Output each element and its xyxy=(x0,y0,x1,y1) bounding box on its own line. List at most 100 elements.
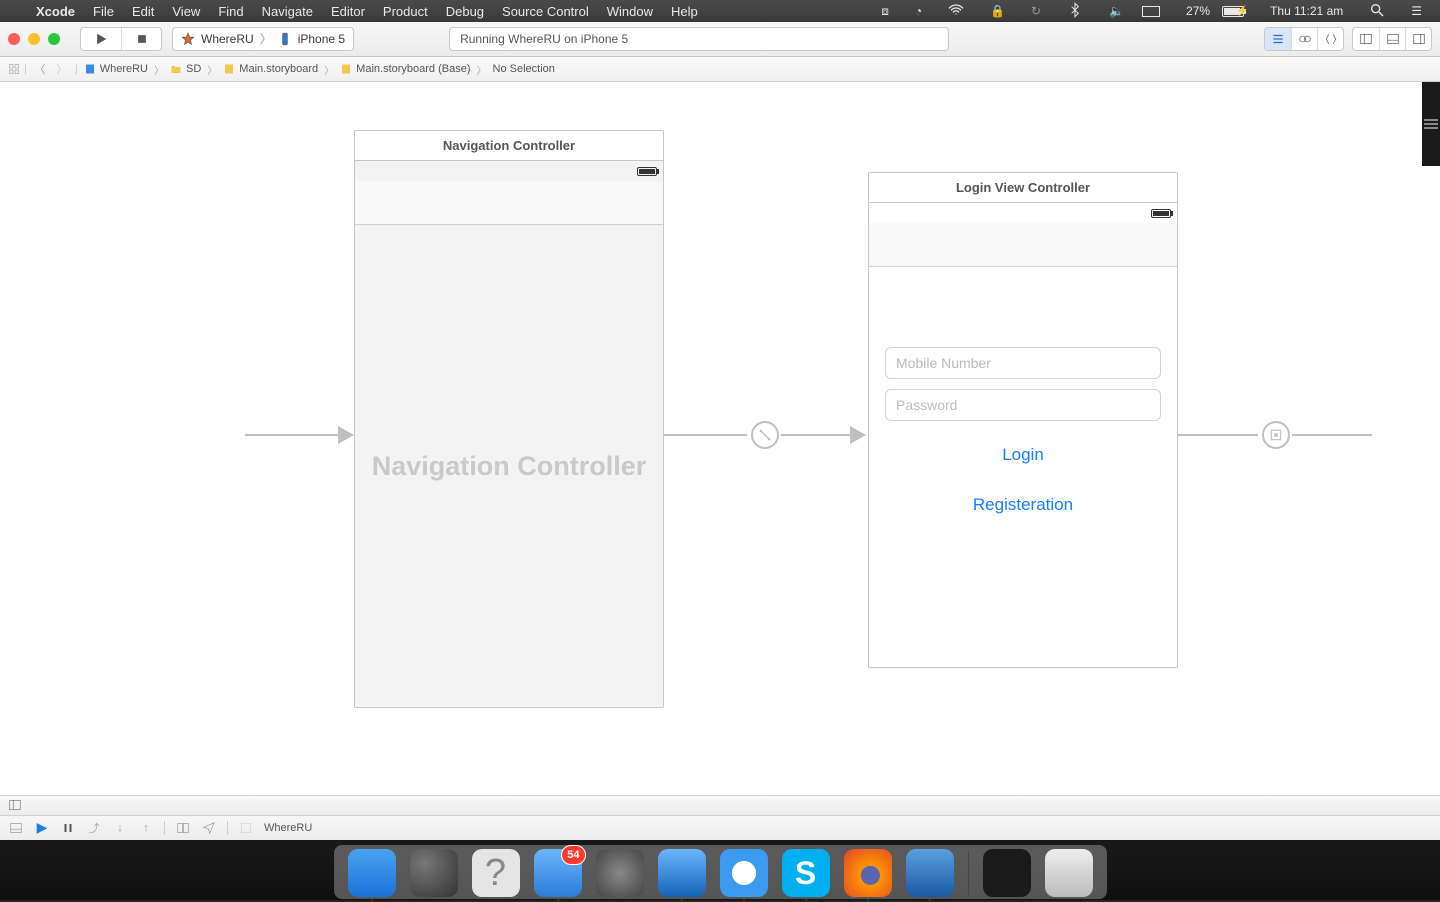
dock-mail-icon[interactable]: 54 xyxy=(534,849,582,897)
menu-help[interactable]: Help xyxy=(663,4,706,19)
input-icon[interactable] xyxy=(1142,6,1160,17)
view-debug-icon[interactable] xyxy=(175,820,191,836)
menu-editor[interactable]: Editor xyxy=(323,4,373,19)
panel-toggle-segmented[interactable] xyxy=(1352,27,1432,51)
lock-icon[interactable]: 🔒 xyxy=(982,4,1013,18)
editor-mode-segmented[interactable] xyxy=(1264,27,1344,51)
dock-finder-icon[interactable] xyxy=(348,849,396,897)
menu-bar: Xcode File Edit View Find Navigate Edito… xyxy=(0,0,1440,22)
toggle-utilities-icon[interactable] xyxy=(1405,28,1431,50)
timemachine-icon[interactable]: ↻ xyxy=(1023,4,1049,18)
standard-editor-icon[interactable] xyxy=(1265,28,1291,50)
process-icon[interactable] xyxy=(238,820,254,836)
crumb-base[interactable]: Main.storyboard (Base) xyxy=(356,63,470,75)
scheme-target-label: WhereRU xyxy=(201,32,254,46)
battery-status[interactable]: 27% ⚡ xyxy=(1170,4,1252,18)
dock-simulator-icon[interactable] xyxy=(906,849,954,897)
spotlight-icon[interactable] xyxy=(1361,2,1393,21)
bluetooth-icon[interactable] xyxy=(1059,2,1091,21)
navigation-controller-scene[interactable]: Navigation Controller Navigation Control… xyxy=(354,130,664,708)
project-icon xyxy=(84,63,96,75)
step-out-icon[interactable]: ↑ xyxy=(138,820,154,836)
storyboard-canvas[interactable]: Navigation Controller Navigation Control… xyxy=(0,82,1440,815)
dock-trash-icon[interactable] xyxy=(1045,849,1093,897)
dock-safari-icon[interactable] xyxy=(720,849,768,897)
dock-system-preferences-icon[interactable] xyxy=(596,849,644,897)
menu-window[interactable]: Window xyxy=(599,4,661,19)
folder-icon xyxy=(170,63,182,75)
menu-navigate[interactable]: Navigate xyxy=(254,4,321,19)
dropbox-icon[interactable]: ⧈ xyxy=(873,4,897,19)
dock-xcode-icon[interactable] xyxy=(658,849,706,897)
crumb-file[interactable]: Main.storyboard xyxy=(239,63,318,75)
dock-firefox-icon[interactable] xyxy=(844,849,892,897)
notification-center-icon[interactable]: ☰ xyxy=(1403,4,1430,18)
login-button[interactable]: Login xyxy=(1002,445,1044,465)
run-button[interactable] xyxy=(81,28,121,50)
scene-title: Navigation Controller xyxy=(355,131,663,161)
related-items-icon[interactable] xyxy=(8,63,20,75)
xcode-window: WhereRU 〉 iPhone 5 Running WhereRU on iP… xyxy=(0,22,1440,840)
breakpoint-toggle-icon[interactable]: ▶ xyxy=(34,820,50,836)
toggle-navigator-icon[interactable] xyxy=(1353,28,1379,50)
pause-icon[interactable] xyxy=(60,820,76,836)
status-bar xyxy=(355,161,663,181)
show-segue-icon[interactable] xyxy=(1262,421,1290,449)
version-editor-icon[interactable] xyxy=(1317,28,1343,50)
mobile-placeholder: Mobile Number xyxy=(896,355,991,371)
device-icon xyxy=(278,32,292,46)
toggle-debug-icon[interactable] xyxy=(1379,28,1405,50)
activity-status-label: Running WhereRU on iPhone 5 xyxy=(460,32,628,46)
hide-debug-icon[interactable] xyxy=(8,820,24,836)
menu-find[interactable]: Find xyxy=(210,4,251,19)
crumb-project[interactable]: WhereRU xyxy=(100,63,148,75)
scheme-selector[interactable]: WhereRU 〉 iPhone 5 xyxy=(172,27,354,51)
toolbar: WhereRU 〉 iPhone 5 Running WhereRU on iP… xyxy=(0,22,1440,57)
scheme-device-label: iPhone 5 xyxy=(298,32,345,46)
menu-source-control[interactable]: Source Control xyxy=(494,4,597,19)
stop-button[interactable] xyxy=(121,28,161,50)
window-close-button[interactable] xyxy=(8,33,20,45)
menu-view[interactable]: View xyxy=(164,4,208,19)
back-button[interactable]: 〈 xyxy=(31,61,49,77)
dock-help-icon[interactable]: ? xyxy=(472,849,520,897)
hidden-panel-tab[interactable] xyxy=(1422,82,1440,166)
registration-button[interactable]: Registeration xyxy=(973,495,1073,515)
step-into-icon[interactable]: ↓ xyxy=(112,820,128,836)
canvas-footer xyxy=(0,795,1440,815)
login-view-controller-scene[interactable]: Login View Controller Mobile Number Pass… xyxy=(868,172,1178,668)
activity-status: Running WhereRU on iPhone 5 xyxy=(449,27,949,51)
crumb-folder[interactable]: SD xyxy=(186,63,201,75)
battery-percent-label: 27% xyxy=(1178,4,1218,18)
process-name[interactable]: WhereRU xyxy=(264,822,312,834)
dock-launchpad-icon[interactable] xyxy=(410,849,458,897)
scene-title: Login View Controller xyxy=(869,173,1177,203)
desktop-background: ? 54 S xyxy=(0,840,1440,900)
menu-debug[interactable]: Debug xyxy=(438,4,492,19)
menu-product[interactable]: Product xyxy=(375,4,436,19)
window-zoom-button[interactable] xyxy=(48,33,60,45)
volume-icon[interactable]: 🔈 xyxy=(1101,4,1132,18)
step-over-icon[interactable]: ⤴ xyxy=(86,820,102,836)
window-minimize-button[interactable] xyxy=(28,33,40,45)
assistant-editor-icon[interactable] xyxy=(1291,28,1317,50)
password-field[interactable]: Password xyxy=(885,389,1161,421)
root-segue-icon[interactable] xyxy=(751,421,779,449)
debug-bar: ▶ ⤴ ↓ ↑ WhereRU xyxy=(0,815,1440,840)
menu-file[interactable]: File xyxy=(85,4,122,19)
outline-toggle-icon[interactable] xyxy=(8,798,22,812)
pocket-icon[interactable]: ◔ xyxy=(907,4,930,18)
navigation-bar xyxy=(355,181,663,225)
battery-icon xyxy=(1151,209,1171,218)
clock[interactable]: Thu 11:21 am xyxy=(1262,4,1351,18)
menu-edit[interactable]: Edit xyxy=(124,4,162,19)
dock-skype-icon[interactable]: S xyxy=(782,849,830,897)
location-icon[interactable] xyxy=(201,820,217,836)
wifi-icon[interactable] xyxy=(940,2,972,21)
jump-bar[interactable]: | 〈 〉 | WhereRU 〉 SD 〉 Main.storyboard 〉… xyxy=(0,57,1440,82)
dock-minimized-window-icon[interactable] xyxy=(983,849,1031,897)
forward-button[interactable]: 〉 xyxy=(53,61,71,77)
app-menu[interactable]: Xcode xyxy=(28,4,83,19)
crumb-selection[interactable]: No Selection xyxy=(493,63,555,75)
mobile-number-field[interactable]: Mobile Number xyxy=(885,347,1161,379)
